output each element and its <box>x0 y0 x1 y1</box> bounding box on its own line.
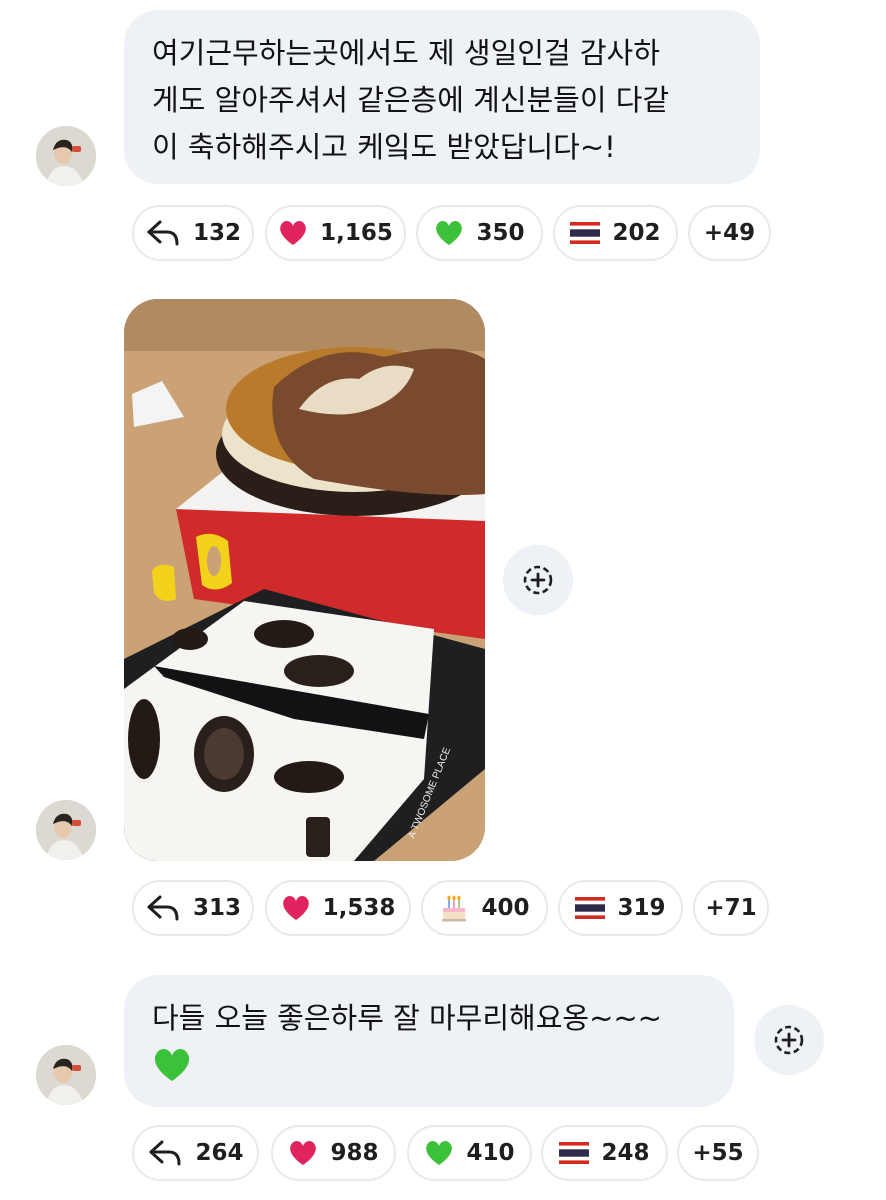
reaction-count: 410 <box>466 1140 515 1166</box>
reaction-green-heart[interactable]: 410 <box>407 1125 532 1181</box>
thailand-flag-icon <box>575 897 606 919</box>
more-reactions-count: +55 <box>692 1140 744 1166</box>
reaction-birthday-cake[interactable]: 400 <box>421 880 548 936</box>
message-text-line: 게도 알아주셔서 같은층에 계신분들이 다같 <box>152 83 670 117</box>
avatar[interactable] <box>36 126 96 186</box>
more-reactions[interactable]: +49 <box>688 205 771 261</box>
reaction-count: 202 <box>612 220 661 246</box>
birthday-cake-icon <box>442 895 467 922</box>
thailand-flag-icon <box>570 222 601 244</box>
reaction-thailand-flag[interactable]: 202 <box>553 205 678 261</box>
more-reactions[interactable]: +71 <box>693 880 769 936</box>
add-reaction-button[interactable] <box>754 1005 824 1075</box>
more-reactions-count: +49 <box>703 220 756 246</box>
reaction-red-heart[interactable]: 988 <box>271 1125 396 1181</box>
message-bubble[interactable]: 다들 오늘 좋은하루 잘 마무리해요옹~~~ <box>124 975 734 1107</box>
reaction-red-heart[interactable]: 1,165 <box>265 205 406 261</box>
green-heart-icon <box>154 1048 190 1081</box>
more-reactions[interactable]: +55 <box>677 1125 759 1181</box>
add-reaction-icon <box>774 1025 804 1055</box>
reply-count: 264 <box>195 1140 244 1166</box>
reaction-count: 319 <box>617 895 666 921</box>
message-text-line: 다들 오늘 좋은하루 잘 마무리해요옹~~~ <box>152 1001 662 1035</box>
message-text-line: 여기근무하는곳에서도 제 생일인걸 감사하 <box>152 36 660 70</box>
red-heart-icon <box>280 220 306 245</box>
reaction-count: 1,538 <box>322 895 396 921</box>
thailand-flag-icon <box>559 1142 590 1164</box>
reaction-count: 248 <box>601 1140 650 1166</box>
add-reaction-button[interactable] <box>503 545 573 615</box>
green-heart-icon <box>436 220 463 245</box>
cake-photo[interactable]: A TWOSOME PLACE <box>124 299 485 861</box>
reply-count: 132 <box>192 220 241 246</box>
avatar[interactable] <box>36 1045 96 1105</box>
avatar[interactable] <box>36 800 96 860</box>
green-heart-icon <box>426 1140 453 1165</box>
reply-button[interactable]: 132 <box>132 205 254 261</box>
reaction-red-heart[interactable]: 1,538 <box>265 880 411 936</box>
more-reactions-count: +71 <box>705 895 757 921</box>
add-reaction-icon <box>523 565 553 595</box>
reply-icon <box>149 1140 181 1166</box>
reply-icon <box>147 220 179 246</box>
message-bubble[interactable]: 여기근무하는곳에서도 제 생일인걸 감사하 게도 알아주셔서 같은층에 계신분들… <box>124 10 760 184</box>
red-heart-icon <box>290 1140 317 1165</box>
reply-button[interactable]: 313 <box>132 880 254 936</box>
reply-count: 313 <box>192 895 241 921</box>
reaction-green-heart[interactable]: 350 <box>416 205 543 261</box>
reaction-count: 350 <box>476 220 525 246</box>
red-heart-icon <box>282 895 309 920</box>
reaction-count: 1,165 <box>320 220 393 246</box>
reaction-count: 400 <box>481 895 530 921</box>
reply-icon <box>147 895 179 921</box>
reaction-thailand-flag[interactable]: 319 <box>558 880 683 936</box>
message-text-line: 이 축하해주시고 케잌도 받았답니다~! <box>152 130 616 164</box>
reaction-count: 988 <box>330 1140 379 1166</box>
reply-button[interactable]: 264 <box>132 1125 259 1181</box>
reaction-thailand-flag[interactable]: 248 <box>541 1125 668 1181</box>
